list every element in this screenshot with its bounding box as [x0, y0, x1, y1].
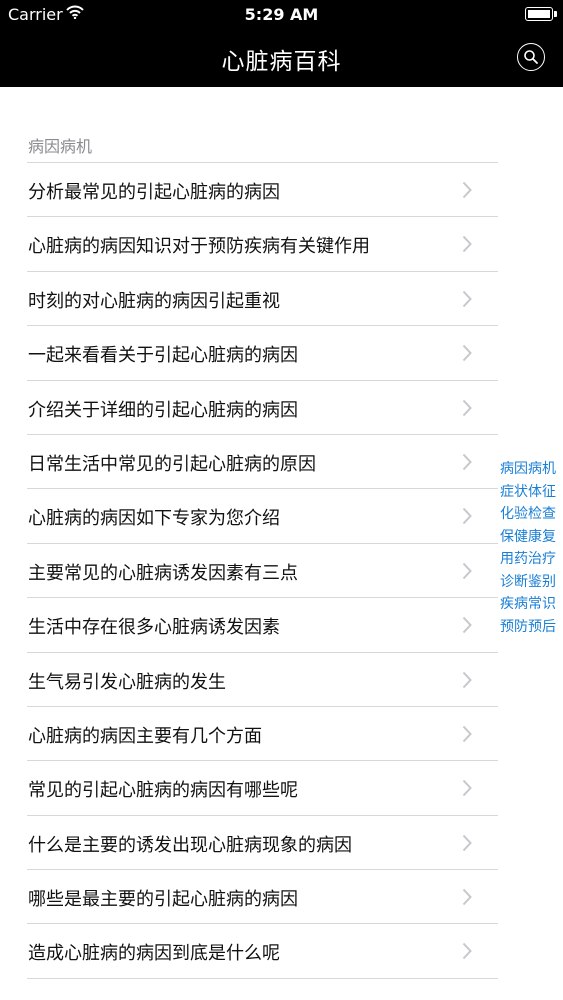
list-item-label: 常见的引起心脏病的病因有哪些呢	[28, 780, 298, 802]
list-item[interactable]: 主要常见的心脏病诱发因素有三点	[27, 544, 498, 599]
list-item[interactable]: 一起来看看关于引起心脏病的病因	[27, 326, 498, 381]
section-index: 病因病机 症状体征 化验检查 保健康复 用药治疗 诊断鉴别 疾病常识 预防预后	[500, 458, 563, 638]
list-item[interactable]: 心脏病的病因主要有几个方面	[27, 707, 498, 762]
chevron-right-icon	[462, 888, 472, 906]
list-item[interactable]: 什么是主要的诱发出现心脏病现象的病因	[27, 816, 498, 871]
list-item-label: 心脏病的病因知识对于预防疾病有关键作用	[28, 236, 370, 258]
list-item-label: 分析最常见的引起心脏病的病因	[28, 182, 280, 203]
list-item-label: 时刻的对心脏病的病因引起重视	[28, 290, 280, 312]
section-index-item[interactable]: 预防预后	[500, 616, 563, 639]
list-item[interactable]: 造成心脏病的病因到底是什么呢	[27, 924, 498, 979]
chevron-right-icon	[462, 344, 472, 362]
list-item-label: 一起来看看关于引起心脏病的病因	[28, 345, 298, 367]
page-title: 心脏病百科	[221, 49, 342, 75]
navigation-bar: Carrier 5:29 AM 心脏病百科	[0, 0, 563, 87]
list-item[interactable]: 生气易引发心脏病的发生	[27, 653, 498, 707]
status-bar: Carrier 5:29 AM	[0, 0, 563, 30]
chevron-right-icon	[462, 616, 472, 634]
chevron-right-icon	[462, 508, 472, 525]
list-item-label: 日常生活中常见的引起心脏病的原因	[28, 453, 316, 475]
list-item-label: 什么是主要的诱发出现心脏病现象的病因	[28, 834, 352, 856]
section-index-item[interactable]: 病因病机	[500, 458, 563, 481]
list-item[interactable]: 常见的引起心脏病的病因有哪些呢	[27, 761, 498, 816]
list-item[interactable]: 心脏病的病因如下专家为您介绍	[27, 489, 498, 544]
section-index-item[interactable]: 疾病常识	[500, 593, 563, 616]
section-index-item[interactable]: 诊断鉴别	[500, 571, 563, 594]
list-item-label: 生气易引发心脏病的发生	[28, 671, 226, 693]
status-time: 5:29 AM	[244, 5, 319, 24]
list-item-label: 主要常见的心脏病诱发因素有三点	[28, 562, 298, 584]
chevron-right-icon	[462, 290, 472, 307]
list-item[interactable]: 时刻的对心脏病的病因引起重视	[27, 272, 498, 327]
list-item-label: 介绍关于详细的引起心脏病的病因	[28, 399, 298, 421]
list-item[interactable]: 介绍关于详细的引起心脏病的病因	[27, 381, 498, 435]
chevron-right-icon	[462, 671, 472, 688]
search-button[interactable]	[517, 43, 545, 71]
chevron-right-icon	[462, 943, 472, 960]
list-item[interactable]: 哪些是最主要的引起心脏病的病因	[27, 870, 498, 925]
chevron-right-icon	[462, 834, 472, 851]
article-list: 分析最常见的引起心脏病的病因 心脏病的病因知识对于预防疾病有关键作用 时刻的对心…	[27, 162, 498, 979]
list-item-label: 心脏病的病因如下专家为您介绍	[28, 508, 280, 530]
list-item-label: 造成心脏病的病因到底是什么呢	[28, 943, 280, 965]
section-index-item[interactable]: 用药治疗	[500, 548, 563, 571]
chevron-right-icon	[462, 181, 472, 199]
list-item[interactable]: 生活中存在很多心脏病诱发因素	[27, 598, 498, 653]
chevron-right-icon	[462, 399, 472, 416]
list-item[interactable]: 日常生活中常见的引起心脏病的原因	[27, 435, 498, 490]
section-index-item[interactable]: 化验检查	[500, 503, 563, 526]
section-index-item[interactable]: 症状体征	[500, 481, 563, 504]
list-item-label: 哪些是最主要的引起心脏病的病因	[28, 889, 298, 911]
battery-icon	[525, 7, 557, 21]
list-item[interactable]: 心脏病的病因知识对于预防疾病有关键作用	[27, 217, 498, 272]
chevron-right-icon	[462, 725, 472, 743]
list-item-label: 心脏病的病因主要有几个方面	[28, 725, 262, 747]
section-header: 病因病机	[28, 137, 93, 156]
chevron-right-icon	[462, 780, 472, 797]
chevron-right-icon	[462, 453, 472, 471]
list-item[interactable]: 分析最常见的引起心脏病的病因	[27, 163, 498, 218]
list-item-label: 生活中存在很多心脏病诱发因素	[28, 617, 280, 639]
section-index-item[interactable]: 保健康复	[500, 526, 563, 549]
chevron-right-icon	[462, 562, 472, 579]
chevron-right-icon	[462, 236, 472, 253]
search-icon	[524, 50, 538, 64]
